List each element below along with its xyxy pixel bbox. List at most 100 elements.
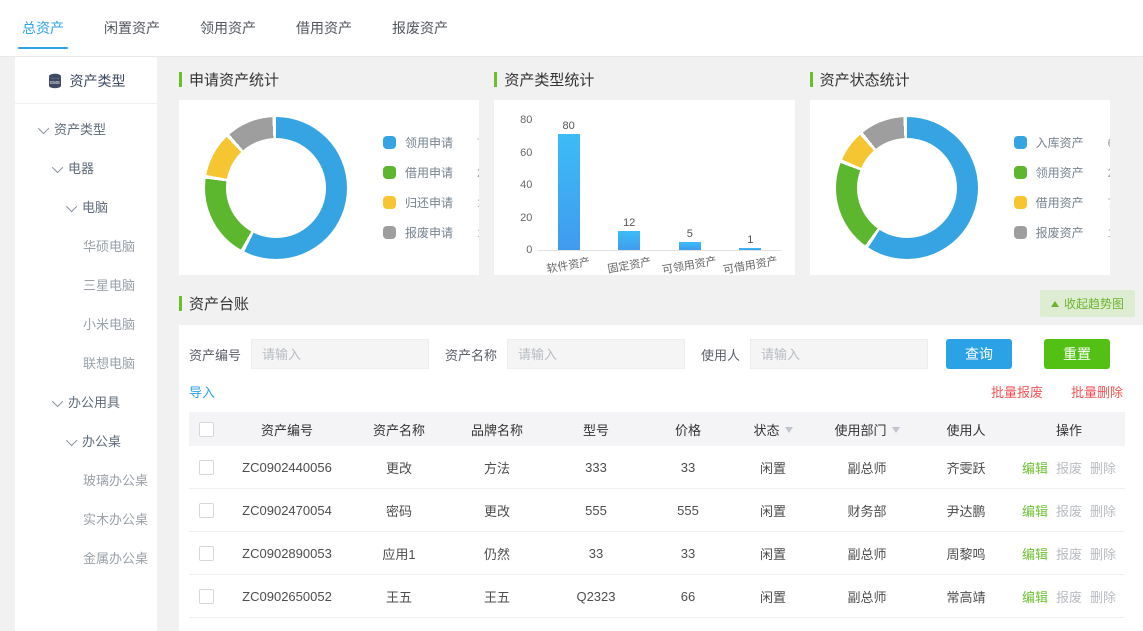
charts-row: 申请资产统计领用申请76借用申请25归还申请13报废申请14资产类型统计0204…: [179, 69, 1110, 275]
legend-item[interactable]: 领用申请76: [383, 134, 479, 151]
tab-requisitioned-assets[interactable]: 领用资产: [186, 0, 270, 56]
tab-bar: 总资产闲置资产领用资产借用资产报废资产: [0, 0, 1143, 57]
cell-model: 555: [547, 489, 645, 532]
tree-item-10[interactable]: 实木办公桌: [15, 500, 157, 539]
user-label: 使用人: [701, 345, 740, 364]
row-checkbox[interactable]: [199, 546, 214, 561]
column-header: 使用部门: [815, 412, 919, 446]
legend-item[interactable]: 借用申请25: [383, 164, 479, 181]
batch-delete-link[interactable]: 批量删除: [1071, 382, 1123, 401]
legend-item[interactable]: 领用资产21: [1014, 164, 1110, 181]
sidebar-title: 资产类型: [70, 71, 126, 91]
cell-code: ZC0902380048: [223, 618, 351, 631]
scrap-link[interactable]: 报废: [1056, 590, 1082, 605]
column-header: 型号: [547, 412, 645, 446]
select-all-checkbox[interactable]: [199, 422, 214, 437]
cell-code: ZC0902650052: [223, 575, 351, 618]
bar: [679, 242, 701, 250]
cell-user: 齐雯跃: [919, 446, 1013, 489]
edit-link[interactable]: 编辑: [1022, 504, 1048, 519]
tree-item-label: 小米电脑: [83, 317, 135, 332]
delete-link[interactable]: 删除: [1090, 461, 1116, 476]
scrap-link[interactable]: 报废: [1056, 504, 1082, 519]
asset-code-input[interactable]: [251, 339, 429, 369]
legend-swatch: [1014, 136, 1027, 149]
tree-item-4[interactable]: 三星电脑: [15, 266, 157, 305]
table-toolbar: 导入 批量报废 批量删除: [189, 382, 1125, 401]
edit-link[interactable]: 编辑: [1022, 461, 1048, 476]
filter-row: 资产编号 资产名称 使用人 查询 重置: [189, 339, 1125, 369]
delete-link[interactable]: 删除: [1090, 590, 1116, 605]
legend-label: 借用资产: [1036, 194, 1098, 211]
cell-brand: 王五: [447, 575, 547, 618]
title-accent-bar: [494, 72, 497, 87]
filter-icon[interactable]: [892, 427, 900, 437]
chart-legend: 领用申请76 借用申请25 归还申请13 报废申请14: [383, 134, 479, 241]
tree-item-1[interactable]: 电器: [15, 149, 157, 188]
row-actions: 编辑报废删除: [1013, 618, 1125, 631]
tab-idle-assets[interactable]: 闲置资产: [90, 0, 174, 56]
tab-total-assets[interactable]: 总资产: [8, 0, 78, 56]
tree-item-8[interactable]: 办公桌: [15, 422, 157, 461]
tree-item-11[interactable]: 金属办公桌: [15, 539, 157, 578]
tree-item-0[interactable]: 资产类型: [15, 110, 157, 149]
cell-dept: 财务部: [815, 489, 919, 532]
cell-brand: 仍然: [447, 532, 547, 575]
import-link[interactable]: 导入: [189, 382, 215, 401]
asset-management-page: 总资产闲置资产领用资产借用资产报废资产 EMS 资产类型 资产类型电器电脑华硕电…: [0, 0, 1143, 631]
delete-link[interactable]: 删除: [1090, 547, 1116, 562]
table-row: ZC0902380048GG淘淘W43455闲置财务部尹达鹏编辑报废删除: [189, 618, 1125, 631]
legend-item[interactable]: 入库资产60: [1014, 134, 1110, 151]
cell-status: 闲置: [731, 532, 815, 575]
tab-scrapped-assets[interactable]: 报废资产: [378, 0, 462, 56]
table-row: ZC0902890053应用1仍然3333闲置副总师周黎鸣编辑报废删除: [189, 532, 1125, 575]
user-input[interactable]: [750, 339, 928, 369]
cell-name: GG: [351, 618, 447, 631]
filter-icon[interactable]: [785, 427, 793, 437]
legend-value: 25: [477, 166, 479, 180]
row-checkbox[interactable]: [199, 503, 214, 518]
y-axis-tick: 0: [506, 244, 532, 256]
tree-item-label: 实木办公桌: [83, 512, 148, 527]
bar-value-label: 1: [747, 234, 753, 246]
batch-scrap-link[interactable]: 批量报废: [991, 382, 1043, 401]
tree-item-2[interactable]: 电脑: [15, 188, 157, 227]
legend-item[interactable]: 报废资产10: [1014, 224, 1110, 241]
cell-brand: 淘淘: [447, 618, 547, 631]
delete-link[interactable]: 删除: [1090, 504, 1116, 519]
chevron-down-icon: [66, 201, 77, 212]
legend-swatch: [1014, 166, 1027, 179]
y-axis-tick: 40: [506, 179, 532, 191]
tree-item-5[interactable]: 小米电脑: [15, 305, 157, 344]
legend-item[interactable]: 报废申请14: [383, 224, 479, 241]
asset-name-input[interactable]: [507, 339, 685, 369]
cell-status: 闲置: [731, 489, 815, 532]
column-header-label: 品牌名称: [471, 423, 523, 438]
tree-item-6[interactable]: 联想电脑: [15, 344, 157, 383]
reset-button[interactable]: 重置: [1044, 339, 1110, 369]
cell-dept: 财务部: [815, 618, 919, 631]
cell-user: 周黎鸣: [919, 532, 1013, 575]
legend-item[interactable]: 借用资产7: [1014, 194, 1110, 211]
column-header: 价格: [645, 412, 731, 446]
collapse-trend-button[interactable]: 收起趋势图: [1040, 290, 1135, 317]
row-checkbox[interactable]: [199, 460, 214, 475]
legend-value: 10: [1108, 226, 1110, 240]
column-header: 使用人: [919, 412, 1013, 446]
tree-item-9[interactable]: 玻璃办公桌: [15, 461, 157, 500]
legend-item[interactable]: 归还申请13: [383, 194, 479, 211]
search-button[interactable]: 查询: [946, 339, 1012, 369]
edit-link[interactable]: 编辑: [1022, 590, 1048, 605]
row-checkbox[interactable]: [199, 589, 214, 604]
legend-swatch: [383, 166, 396, 179]
edit-link[interactable]: 编辑: [1022, 547, 1048, 562]
tree-item-3[interactable]: 华硕电脑: [15, 227, 157, 266]
tree-item-7[interactable]: 办公用具: [15, 383, 157, 422]
cell-price: 33: [645, 532, 731, 575]
scrap-link[interactable]: 报废: [1056, 461, 1082, 476]
bar: [558, 134, 580, 250]
column-header-label: 型号: [583, 423, 609, 438]
tab-borrowed-assets[interactable]: 借用资产: [282, 0, 366, 56]
scrap-link[interactable]: 报废: [1056, 547, 1082, 562]
legend-swatch: [383, 196, 396, 209]
